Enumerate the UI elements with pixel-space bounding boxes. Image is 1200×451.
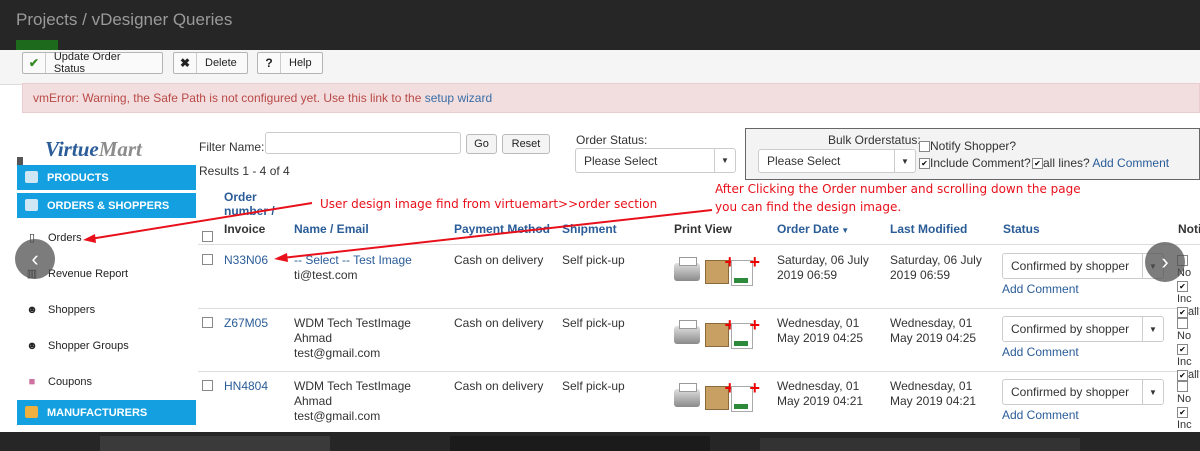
arrow-head [83, 234, 96, 243]
screenshot-panel: ✔ Update Order Status ✖ Delete ? Help vm… [0, 50, 1200, 432]
arrow-to-orders [89, 202, 313, 240]
arrow-head [274, 253, 288, 262]
annotation-note-left: User design image find from virtuemart>>… [320, 197, 658, 211]
next-image-button[interactable]: › [1145, 242, 1185, 282]
background-page-title: Projects / vDesigner Queries [16, 10, 233, 29]
chevron-left-icon: ‹ [31, 246, 39, 271]
previous-image-button[interactable]: ‹ [15, 239, 55, 279]
annotation-arrows [83, 202, 713, 262]
chevron-right-icon: › [1161, 249, 1169, 274]
background-green-bar [16, 40, 58, 50]
arrow-to-order-number [281, 209, 713, 259]
background-footer-block [100, 436, 330, 451]
background-footer-block [760, 438, 1080, 451]
annotation-note-right: After Clicking the Order number and scro… [715, 182, 1081, 196]
annotation-note-right-2: you can find the design image. [715, 200, 902, 214]
background-footer-block [450, 436, 710, 451]
